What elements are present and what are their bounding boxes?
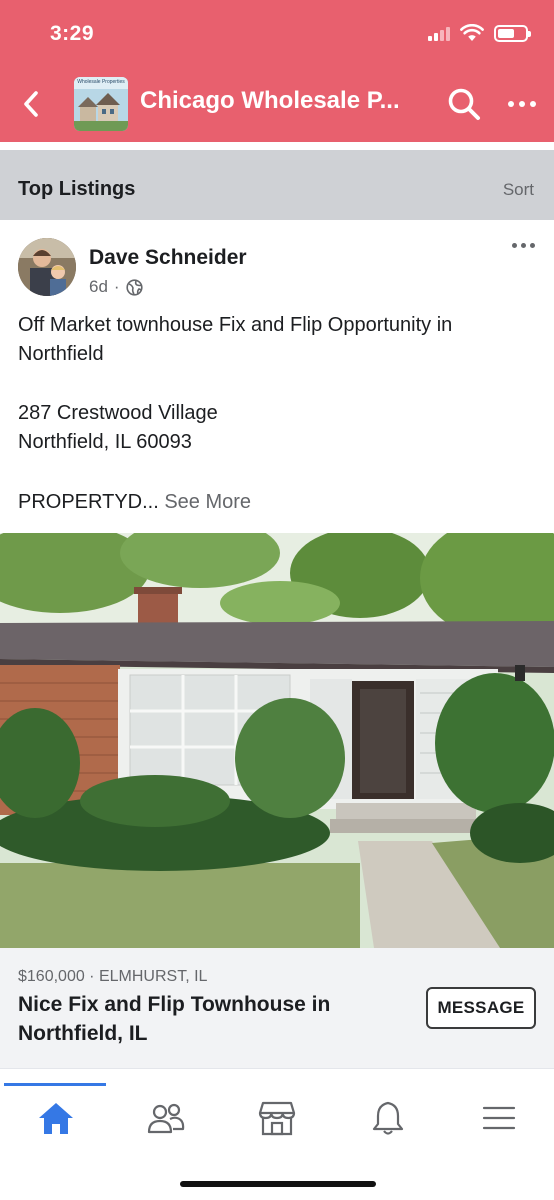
more-dot-icon (512, 243, 517, 248)
nav-menu[interactable] (477, 1096, 521, 1140)
avatar-image (18, 238, 76, 296)
status-icons (428, 24, 531, 42)
active-tab-indicator (4, 1083, 106, 1086)
more-dot-icon (530, 101, 536, 107)
house-photo (0, 533, 554, 948)
section-title: Top Listings (18, 178, 136, 200)
post-meta: 6d · (89, 277, 143, 297)
people-icon (147, 1103, 185, 1134)
menu-icon (482, 1106, 516, 1130)
message-button[interactable]: MESSAGE (426, 987, 536, 1029)
group-cover-image (74, 77, 128, 131)
home-indicator[interactable] (180, 1181, 376, 1187)
post-text-line: Off Market townhouse Fix and Flip Opport… (18, 314, 453, 365)
more-dot-icon (508, 101, 514, 107)
search-button[interactable] (444, 84, 484, 124)
marketplace-icon (258, 1101, 296, 1136)
search-icon (448, 88, 480, 120)
group-cover-thumbnail[interactable]: Wholesale Properties (74, 77, 128, 131)
listing-photo[interactable] (0, 533, 554, 948)
group-cover-caption: Wholesale Properties (77, 79, 125, 85)
nav-groups[interactable] (144, 1096, 188, 1140)
status-time: 3:29 (50, 22, 95, 45)
post-text-line: PROPERTYD... (18, 491, 159, 513)
post-text-truncated: PROPERTYD... See More (18, 488, 538, 517)
avatar[interactable] (18, 238, 76, 296)
more-dot-icon (519, 101, 525, 107)
more-dot-icon (530, 243, 535, 248)
more-options-button[interactable] (500, 84, 544, 124)
nav-notifications[interactable] (366, 1096, 410, 1140)
back-button[interactable] (14, 84, 48, 124)
wifi-icon (460, 24, 484, 41)
meta-separator: · (113, 277, 120, 296)
see-more-link[interactable]: See More (164, 491, 251, 513)
more-dot-icon (521, 243, 526, 248)
chevron-left-icon (24, 91, 38, 117)
bell-icon (372, 1101, 404, 1135)
post-author[interactable]: Dave Schneider (89, 246, 247, 270)
nav-home[interactable] (34, 1096, 78, 1140)
post-options-button[interactable] (512, 243, 535, 248)
home-icon (39, 1103, 73, 1134)
signal-icon (428, 25, 450, 41)
listing-price-location: $160,000 · ELMHURST, IL (18, 968, 208, 985)
divider (0, 142, 554, 150)
globe-icon (125, 278, 143, 296)
post-age[interactable]: 6d (89, 277, 108, 297)
post-text-line: Northfield, IL 60093 (18, 431, 192, 453)
sort-button[interactable]: Sort (503, 180, 534, 200)
battery-icon (494, 24, 531, 42)
group-title[interactable]: Chicago Wholesale P... (140, 87, 400, 115)
listing-title[interactable]: Nice Fix and Flip Townhouse in Northfiel… (18, 990, 398, 1048)
post-text-line: 287 Crestwood Village (18, 402, 218, 424)
nav-marketplace[interactable] (255, 1096, 299, 1140)
